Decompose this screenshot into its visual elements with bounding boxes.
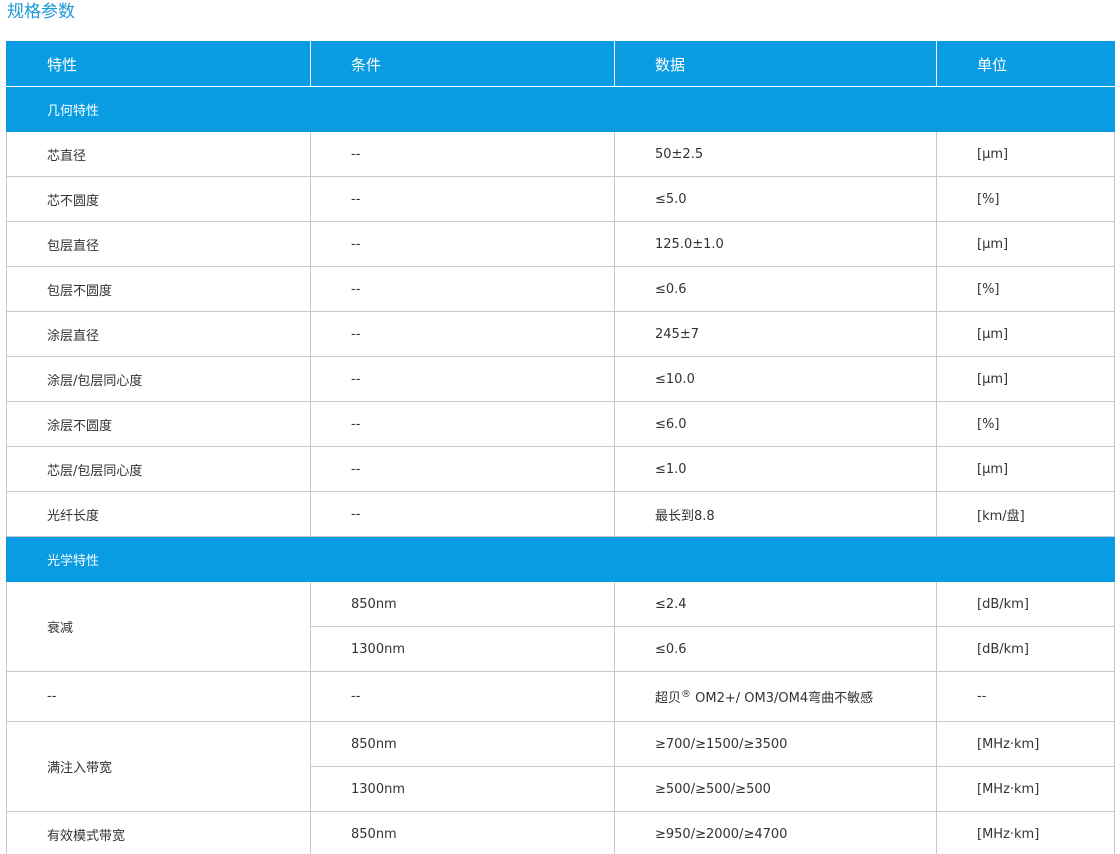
cell-value: 最长到8.8 [614,491,937,537]
cell-value: 245±7 [614,311,937,357]
cell-unit: [μm] [936,311,1115,357]
cell-property: 包层直径 [6,221,311,267]
spec-page: 规格参数 特性 条件 数据 单位 几何特性 芯直径 -- 50±2.5 [μm] [0,0,1120,854]
table-row: 芯直径 -- 50±2.5 [μm] [6,131,1115,177]
registered-mark: ® [681,689,692,700]
cell-condition: -- [310,446,615,492]
cell-condition: 850nm [310,721,615,767]
table-row: 芯层/包层同心度 -- ≤1.0 [μm] [6,446,1115,492]
cell-unit: [μm] [936,221,1115,267]
cell-value: ≤0.6 [614,626,937,672]
header-value: 数据 [614,41,937,87]
table-row: 涂层不圆度 -- ≤6.0 [%] [6,401,1115,447]
cell-condition: -- [310,401,615,447]
table-row: 包层不圆度 -- ≤0.6 [%] [6,266,1115,312]
spec-table: 特性 条件 数据 单位 几何特性 芯直径 -- 50±2.5 [μm] 芯不圆度… [6,41,1115,854]
cell-condition: -- [310,356,615,402]
cell-value: ≥700/≥1500/≥3500 [614,721,937,767]
cell-property: 涂层直径 [6,311,311,357]
cell-value: ≤2.4 [614,581,937,627]
cell-property: 芯不圆度 [6,176,311,222]
table-row: 有效模式带宽 850nm ≥950/≥2000/≥4700 [MHz·km] [6,811,1115,854]
cell-unit: [dB/km] [936,626,1115,672]
cell-unit: [MHz·km] [936,721,1115,767]
table-row: 包层直径 -- 125.0±1.0 [μm] [6,221,1115,267]
table-header-row: 特性 条件 数据 单位 [6,41,1115,87]
cell-value: ≤6.0 [614,401,937,447]
cell-value: 50±2.5 [614,131,937,177]
cell-unit: -- [936,671,1115,722]
cell-condition: 850nm [310,581,615,627]
table-row: -- -- 超贝® OM2+/ OM3/OM4弯曲不敏感 -- [6,671,1115,722]
table-row: 光纤长度 -- 最长到8.8 [km/盘] [6,491,1115,537]
cell-property: 包层不圆度 [6,266,311,312]
cell-unit: [μm] [936,446,1115,492]
value-prefix: 超贝 [655,691,682,706]
cell-property: 芯直径 [6,131,311,177]
cell-unit: [μm] [936,356,1115,402]
cell-unit: [MHz·km] [936,766,1115,812]
cell-property: -- [6,671,311,722]
cell-unit: [μm] [936,131,1115,177]
cell-value: ≥500/≥500/≥500 [614,766,937,812]
cell-condition: -- [310,266,615,312]
table-row: 涂层直径 -- 245±7 [μm] [6,311,1115,357]
value-suffix: OM2+/ OM3/OM4弯曲不敏感 [691,691,874,706]
cell-unit: [%] [936,176,1115,222]
cell-property: 满注入带宽 [6,721,311,812]
cell-property: 芯层/包层同心度 [6,446,311,492]
cell-condition: 1300nm [310,626,615,672]
section-geometry: 几何特性 [6,86,1115,132]
cell-condition: 1300nm [310,766,615,812]
cell-value: ≤10.0 [614,356,937,402]
cell-property: 光纤长度 [6,491,311,537]
section-optical: 光学特性 [6,536,1115,582]
cell-condition: 850nm [310,811,615,854]
header-unit: 单位 [936,41,1115,87]
section-title: 光学特性 [6,536,1115,582]
table-row: 芯不圆度 -- ≤5.0 [%] [6,176,1115,222]
cell-unit: [%] [936,266,1115,312]
cell-value: ≤1.0 [614,446,937,492]
cell-value: 超贝® OM2+/ OM3/OM4弯曲不敏感 [614,671,937,722]
cell-unit: [km/盘] [936,491,1115,537]
cell-value: ≥950/≥2000/≥4700 [614,811,937,854]
cell-condition: -- [310,221,615,267]
cell-property: 衰减 [6,581,311,672]
cell-condition: -- [310,671,615,722]
cell-value: ≤0.6 [614,266,937,312]
cell-value: 125.0±1.0 [614,221,937,267]
cell-condition: -- [310,131,615,177]
cell-condition: -- [310,176,615,222]
table-row: 满注入带宽 850nm ≥700/≥1500/≥3500 [MHz·km] [6,721,1115,812]
cell-property: 有效模式带宽 [6,811,311,854]
cell-condition: -- [310,491,615,537]
page-title: 规格参数 [7,2,75,22]
cell-condition: -- [310,311,615,357]
cell-property: 涂层/包层同心度 [6,356,311,402]
table-row: 衰减 850nm ≤2.4 [dB/km] [6,581,1115,672]
cell-unit: [%] [936,401,1115,447]
header-condition: 条件 [310,41,615,87]
table-row: 涂层/包层同心度 -- ≤10.0 [μm] [6,356,1115,402]
cell-unit: [dB/km] [936,581,1115,627]
cell-value: ≤5.0 [614,176,937,222]
cell-unit: [MHz·km] [936,811,1115,854]
header-property: 特性 [6,41,311,87]
cell-property: 涂层不圆度 [6,401,311,447]
section-title: 几何特性 [6,86,1115,132]
